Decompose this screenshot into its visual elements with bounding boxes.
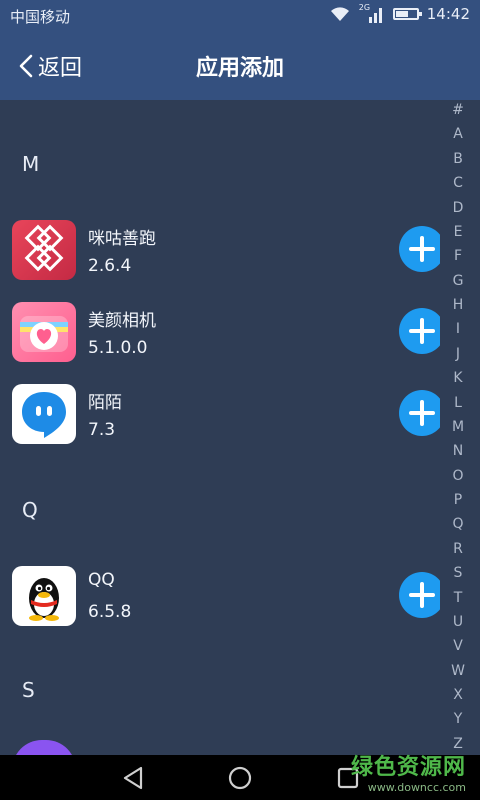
- index-letter[interactable]: U: [453, 614, 463, 630]
- qq-penguin-icon: [12, 566, 76, 626]
- index-letter[interactable]: F: [454, 248, 462, 264]
- battery-icon: [392, 8, 422, 20]
- app-list[interactable]: M 咪咕善跑 2.6.4 美颜相机 5.1.0.0 陌陌 7.3 Q QQ 6.…: [0, 100, 440, 755]
- migu-run-icon: [12, 220, 76, 280]
- index-letter[interactable]: H: [453, 297, 464, 313]
- section-header-m: M: [22, 152, 40, 176]
- index-letter[interactable]: Q: [452, 516, 463, 532]
- carrier-label: 中国移动: [10, 8, 71, 26]
- alphabet-index-bar[interactable]: # A B C D E F G H I J K L M N O P Q R S T U V W X Y Z: [446, 102, 470, 752]
- index-letter[interactable]: W: [451, 663, 465, 679]
- index-letter[interactable]: L: [454, 395, 462, 411]
- navigation-bar: 绿色资源网 www.downcc.com: [0, 755, 480, 800]
- index-letter[interactable]: D: [453, 200, 464, 216]
- add-button[interactable]: [399, 572, 440, 618]
- status-icons: 2G 14:42: [329, 3, 470, 23]
- home-circle-icon[interactable]: [225, 763, 255, 793]
- watermark-logo-text: 绿色资源网: [350, 755, 466, 780]
- app-version: 5.1.0.0: [88, 338, 148, 358]
- index-letter[interactable]: T: [454, 590, 463, 606]
- plus-icon: [409, 236, 435, 262]
- beauty-camera-icon: [12, 302, 76, 362]
- index-letter[interactable]: Y: [454, 711, 463, 727]
- clock-label: 14:42: [426, 5, 470, 23]
- index-letter[interactable]: I: [456, 321, 460, 337]
- add-button[interactable]: [399, 226, 440, 272]
- plus-icon: [409, 582, 435, 608]
- app-version: 7.3: [88, 420, 116, 440]
- wifi-icon: [330, 7, 349, 22]
- index-letter[interactable]: R: [453, 541, 463, 557]
- list-item[interactable]: 咪咕善跑 2.6.4: [0, 212, 440, 288]
- app-name: QQ: [88, 570, 115, 590]
- list-item[interactable]: 陌陌 7.3: [0, 376, 440, 452]
- list-item[interactable]: QQ 6.5.8: [0, 558, 440, 634]
- page-title: 应用添加: [195, 56, 284, 81]
- app-version: 6.5.8: [88, 602, 132, 622]
- index-letter[interactable]: B: [453, 151, 463, 167]
- plus-icon: [409, 318, 435, 344]
- index-letter[interactable]: A: [453, 126, 463, 142]
- partial-app-icon: [12, 740, 76, 755]
- index-letter[interactable]: J: [456, 346, 460, 362]
- app-header: 返回 应用添加: [0, 32, 480, 100]
- signal-icon: 2G: [358, 3, 385, 23]
- app-version: 2.6.4: [88, 256, 132, 276]
- index-letter[interactable]: G: [453, 273, 464, 289]
- index-letter[interactable]: S: [454, 565, 463, 581]
- index-letter[interactable]: C: [453, 175, 463, 191]
- list-item[interactable]: 美颜相机 5.1.0.0: [0, 294, 440, 370]
- network-type-label: 2G: [358, 3, 371, 12]
- add-button[interactable]: [399, 308, 440, 354]
- momo-icon: [12, 384, 76, 444]
- watermark-url: www.downcc.com: [367, 781, 466, 794]
- index-letter[interactable]: M: [452, 419, 464, 435]
- plus-icon: [409, 400, 435, 426]
- section-header-q: Q: [22, 498, 38, 522]
- index-letter[interactable]: K: [453, 370, 462, 386]
- back-triangle-icon[interactable]: [118, 763, 148, 793]
- app-name: 美颜相机: [88, 311, 156, 331]
- watermark: 绿色资源网 www.downcc.com: [351, 749, 466, 794]
- section-header-s: S: [22, 678, 35, 702]
- index-letter[interactable]: N: [453, 443, 463, 459]
- index-letter[interactable]: X: [453, 687, 463, 703]
- app-name: 陌陌: [88, 393, 122, 413]
- index-letter[interactable]: #: [452, 102, 464, 118]
- status-bar: 中国移动 2G 14:42: [0, 0, 480, 32]
- app-name: 咪咕善跑: [88, 229, 156, 249]
- index-letter[interactable]: O: [452, 468, 463, 484]
- index-letter[interactable]: E: [454, 224, 463, 240]
- add-button[interactable]: [399, 390, 440, 436]
- index-letter[interactable]: V: [453, 638, 463, 654]
- index-letter[interactable]: P: [454, 492, 462, 508]
